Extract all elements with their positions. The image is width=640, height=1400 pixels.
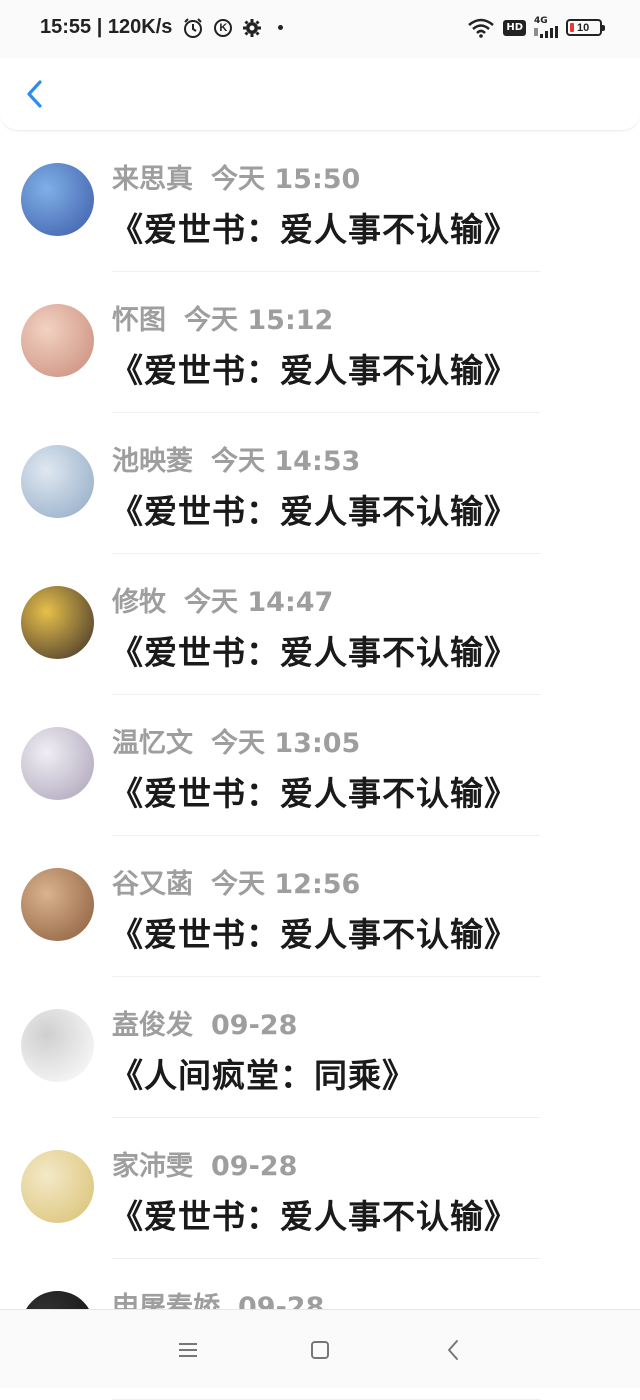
sender-line: 修牧 今天 14:47: [112, 580, 333, 619]
status-time-speed: 15:55 | 120K/s: [40, 16, 173, 38]
message-title: 《爱世书：爱人事不认输》: [110, 915, 518, 954]
status-time: 15:55: [40, 16, 92, 38]
message-row[interactable]: 谷又菡 今天 12:56 《爱世书：爱人事不认输》: [0, 836, 640, 977]
sender-name: 修牧: [112, 587, 166, 618]
sender-name: 谷又菡: [112, 869, 193, 900]
message-time: 今天 13:05: [211, 728, 361, 759]
message-title: 《爱世书：爱人事不认输》: [110, 210, 518, 249]
battery-fill: [570, 23, 574, 32]
message-title: 《人间疯堂：同乘》: [110, 1056, 416, 1095]
message-title: 《爱世书：爱人事不认输》: [110, 351, 518, 390]
signal-bars-icon: [534, 26, 558, 38]
system-back-button[interactable]: [440, 1336, 468, 1364]
avatar[interactable]: [21, 1009, 94, 1082]
sender-line: 谷又菡 今天 12:56: [112, 862, 360, 901]
sender-name: 家沛雯: [112, 1151, 193, 1182]
message-row[interactable]: 来思真 今天 15:50 《爱世书：爱人事不认输》: [0, 131, 640, 272]
network-type: 4G: [534, 16, 548, 26]
back-triangle-icon: [448, 1340, 458, 1360]
message-title: 《爱世书：爱人事不认输》: [110, 1197, 518, 1236]
avatar[interactable]: [21, 1150, 94, 1223]
sender-line: 温忆文 今天 13:05: [112, 721, 360, 760]
hd-icon: HD: [503, 19, 526, 36]
sender-line: 盍俊发 09-28: [112, 1003, 297, 1042]
home-square-icon: [311, 1341, 329, 1359]
sender-line: 怀图 今天 15:12: [112, 298, 333, 337]
sender-name: 温忆文: [112, 728, 193, 759]
message-time: 今天 12:56: [211, 869, 361, 900]
battery-level: 10: [577, 21, 590, 34]
chevron-left-icon: [27, 80, 42, 108]
notification-dot-icon: [278, 25, 284, 30]
status-bar: 15:55 | 120K/s K HD 4G 10: [0, 0, 640, 58]
battery-icon: 10: [566, 19, 605, 36]
message-time: 09-28: [211, 1010, 298, 1041]
avatar[interactable]: [21, 163, 94, 236]
message-row[interactable]: 温忆文 今天 13:05 《爱世书：爱人事不认输》: [0, 695, 640, 836]
status-speed: 120K/s: [107, 16, 173, 38]
avatar[interactable]: [21, 868, 94, 941]
menu-icon: [179, 1343, 197, 1357]
sender-line: 来思真 今天 15:50: [112, 157, 360, 196]
alarm-icon: [182, 17, 204, 39]
gear-icon: [242, 18, 262, 38]
message-row[interactable]: 池映菱 今天 14:53 《爱世书：爱人事不认输》: [0, 413, 640, 554]
message-time: 今天 15:50: [211, 164, 361, 195]
sender-line: 家沛雯 09-28: [112, 1144, 297, 1183]
sender-name: 怀图: [112, 305, 166, 336]
status-right: HD 4G 10: [467, 17, 605, 38]
menu-button[interactable]: [174, 1336, 202, 1364]
message-row[interactable]: 家沛雯 09-28 《爱世书：爱人事不认输》: [0, 1118, 640, 1259]
avatar[interactable]: [21, 445, 94, 518]
wifi-icon: [467, 18, 495, 38]
avatar[interactable]: [21, 304, 94, 377]
system-nav-bar: [0, 1309, 640, 1388]
message-time: 今天 15:12: [184, 305, 334, 336]
message-list: 来思真 今天 15:50 《爱世书：爱人事不认输》 怀图 今天 15:12 《爱世书：爱人…: [0, 131, 640, 1400]
message-row[interactable]: 修牧 今天 14:47 《爱世书：爱人事不认输》: [0, 554, 640, 695]
signal-indicator: 4G: [534, 17, 558, 38]
message-time: 今天 14:53: [211, 446, 361, 477]
message-row[interactable]: 怀图 今天 15:12 《爱世书：爱人事不认输》: [0, 272, 640, 413]
message-title: 《爱世书：爱人事不认输》: [110, 774, 518, 813]
sender-name: 来思真: [112, 164, 193, 195]
back-button[interactable]: [18, 74, 52, 114]
message-title: 《爱世书：爱人事不认输》: [110, 492, 518, 531]
top-header: [0, 58, 640, 131]
sender-line: 池映菱 今天 14:53: [112, 439, 360, 478]
sender-name: 池映菱: [112, 446, 193, 477]
message-time: 09-28: [211, 1151, 298, 1182]
message-title: 《爱世书：爱人事不认输》: [110, 633, 518, 672]
sender-name: 盍俊发: [112, 1010, 193, 1041]
message-time: 今天 14:47: [184, 587, 334, 618]
status-left: 15:55 | 120K/s K: [40, 16, 284, 39]
home-button[interactable]: [306, 1336, 334, 1364]
avatar[interactable]: [21, 586, 94, 659]
avatar[interactable]: [21, 727, 94, 800]
k-icon: K: [214, 18, 233, 37]
message-row[interactable]: 盍俊发 09-28 《人间疯堂：同乘》: [0, 977, 640, 1118]
